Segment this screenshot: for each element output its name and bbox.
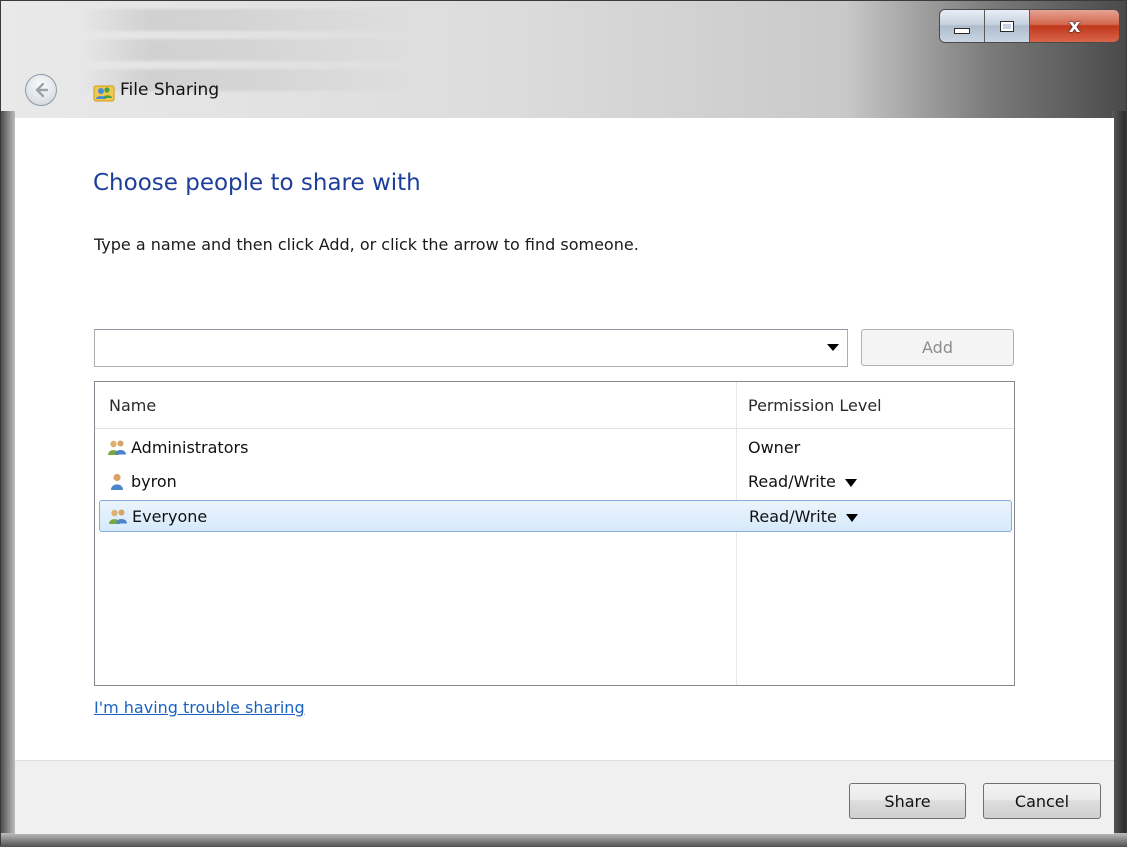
row-permission: Read/Write — [749, 507, 837, 526]
window-title: File Sharing — [120, 80, 220, 100]
back-arrow-icon — [35, 82, 49, 98]
permission-dropdown[interactable]: Read/Write — [748, 472, 857, 491]
row-name: Everyone — [132, 507, 208, 526]
column-header-permission[interactable]: Permission Level — [748, 396, 882, 415]
sharing-list: Name Permission Level Administrators Own… — [94, 381, 1015, 686]
row-name: Administrators — [131, 438, 249, 457]
group-icon — [109, 509, 127, 524]
permission-dropdown[interactable]: Read/Write — [749, 507, 858, 526]
row-permission: Read/Write — [748, 472, 836, 491]
dialog-footer: Share Cancel — [15, 760, 1114, 834]
list-header: Name Permission Level — [95, 382, 1014, 429]
maximize-icon — [1000, 20, 1014, 32]
user-icon — [111, 473, 123, 490]
cancel-button[interactable]: Cancel — [983, 783, 1101, 819]
maximize-button[interactable] — [985, 10, 1030, 42]
caption-buttons: x — [939, 9, 1120, 43]
window-frame-bottom — [1, 833, 1127, 847]
instruction-text: Type a name and then click Add, or click… — [94, 235, 639, 254]
column-header-name[interactable]: Name — [109, 396, 156, 415]
back-button[interactable] — [25, 74, 57, 106]
close-icon: x — [1068, 15, 1081, 37]
chevron-down-icon — [845, 513, 858, 522]
name-combo-box[interactable] — [94, 329, 848, 367]
file-sharing-window: x File Sharing Choose people to share wi… — [0, 0, 1127, 847]
file-sharing-icon — [93, 85, 115, 102]
dropdown-arrow-icon[interactable] — [827, 344, 839, 351]
group-icon — [108, 440, 126, 455]
dialog-content: Choose people to share with Type a name … — [15, 118, 1114, 760]
add-button[interactable]: Add — [861, 329, 1014, 366]
page-title: Choose people to share with — [93, 170, 421, 196]
window-frame-right — [1112, 111, 1126, 846]
share-button[interactable]: Share — [849, 783, 966, 819]
list-row-administrators[interactable]: Administrators Owner — [99, 432, 1012, 464]
row-permission: Owner — [748, 438, 801, 457]
row-name: byron — [131, 472, 177, 491]
window-frame-left — [1, 111, 15, 846]
chevron-down-icon — [844, 478, 857, 487]
close-button[interactable]: x — [1030, 10, 1119, 42]
list-row-everyone[interactable]: Everyone Read/Write — [99, 500, 1012, 532]
trouble-sharing-link[interactable]: I'm having trouble sharing — [94, 698, 305, 717]
minimize-icon — [954, 28, 970, 34]
minimize-button[interactable] — [940, 10, 985, 42]
list-row-byron[interactable]: byron Read/Write — [99, 466, 1012, 498]
